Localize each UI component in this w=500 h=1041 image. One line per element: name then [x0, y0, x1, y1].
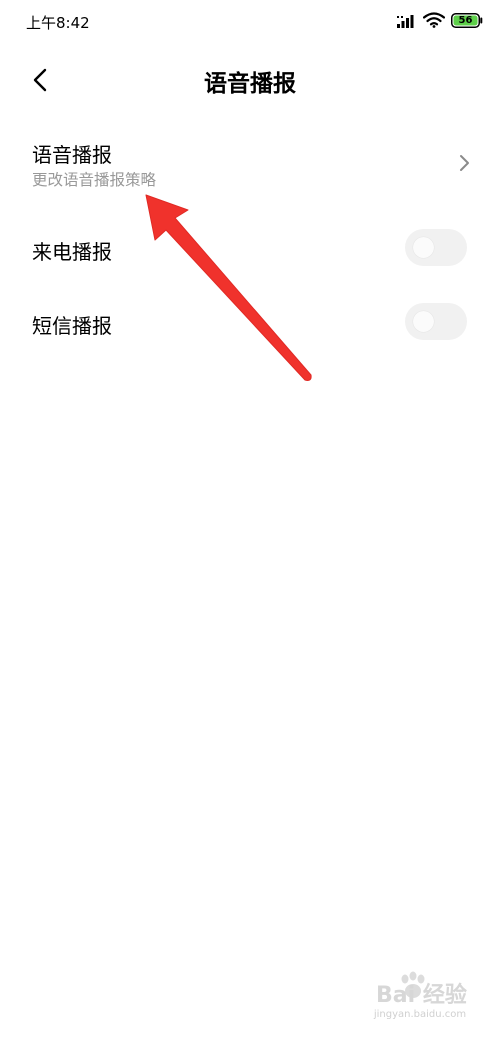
battery-level: 56 [458, 15, 473, 26]
wifi-icon [423, 12, 445, 28]
page-title: 语音播报 [204, 71, 296, 97]
voice-broadcast-screen: 上午8:42 56 语音播报 语音播报 更改语音播报策略 来电播报 短信播报 B… [0, 0, 500, 1041]
status-bar: 上午8:42 56 [0, 0, 500, 44]
watermark: Bai 经验 jingyan.baidu.com [350, 971, 490, 1031]
title-bar: 语音播报 [0, 50, 500, 110]
switch-knob [413, 237, 434, 258]
status-time: 上午8:42 [26, 14, 90, 32]
voice-broadcast-item[interactable]: 语音播报 更改语音播报策略 [0, 130, 500, 205]
sms-broadcast-title: 短信播报 [32, 314, 112, 338]
signal-icon [397, 15, 414, 28]
watermark-url: jingyan.baidu.com [373, 1009, 467, 1020]
voice-broadcast-title: 语音播报 [32, 143, 112, 167]
sms-broadcast-switch[interactable] [405, 303, 467, 340]
voice-broadcast-subtitle: 更改语音播报策略 [32, 171, 157, 189]
incoming-call-broadcast-item: 来电播报 [0, 222, 500, 274]
switch-knob [413, 311, 434, 332]
sms-broadcast-item: 短信播报 [0, 296, 500, 348]
watermark-brand: Bai 经验 [376, 983, 467, 1008]
incoming-call-broadcast-title: 来电播报 [32, 240, 112, 264]
incoming-call-broadcast-switch[interactable] [405, 229, 467, 266]
chevron-right-icon [460, 155, 469, 171]
